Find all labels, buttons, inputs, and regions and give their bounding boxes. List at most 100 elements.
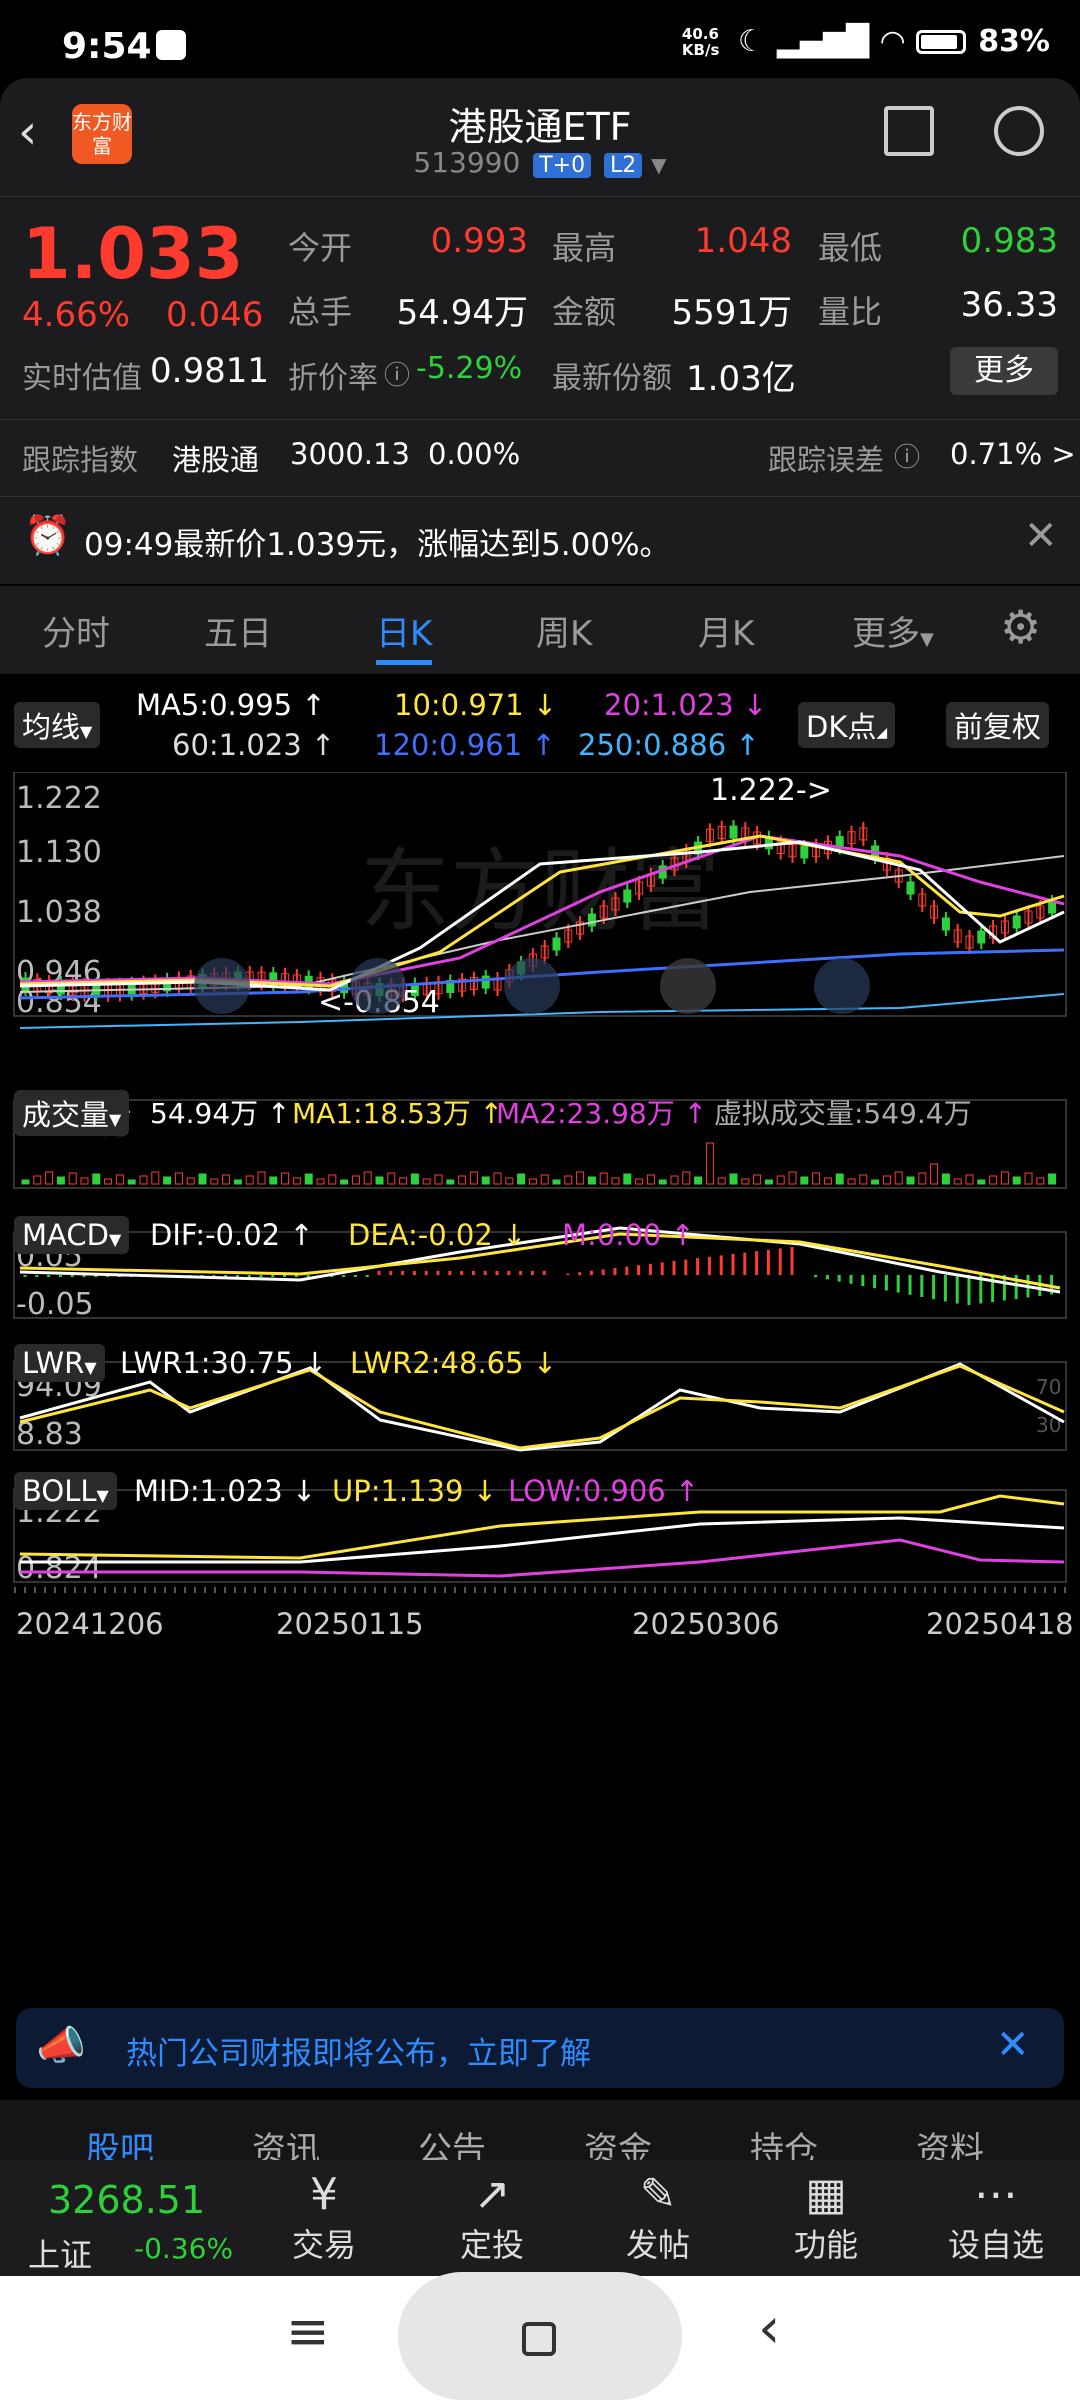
nav-watchlist[interactable]: ⋯ 设自选 (936, 2170, 1056, 2266)
tab-daily-k[interactable]: 日K (376, 606, 432, 655)
volume-bar (670, 1175, 679, 1185)
boll-up: UP:1.139 ↓ (332, 1474, 498, 1508)
menu-icon[interactable]: ≡ (286, 2302, 330, 2362)
boll-selector[interactable]: BOLL▼ (14, 1472, 117, 1510)
volume-bar (80, 1177, 89, 1185)
volume-bar (635, 1178, 644, 1185)
volume-bar (210, 1178, 219, 1185)
low-label: 最低 (818, 229, 883, 267)
nav-functions[interactable]: ▦ 功能 (766, 2170, 886, 2266)
nav-trade[interactable]: ¥ 交易 (264, 2170, 384, 2266)
tab-weekly-k[interactable]: 周K (536, 606, 592, 655)
tab-more-label: 更多 (852, 614, 920, 654)
volume-selector[interactable]: 成交量▼ (14, 1090, 130, 1136)
open-label: 今开 (288, 229, 353, 267)
volume-bar (788, 1171, 797, 1185)
amount-value: 5591万 (671, 293, 792, 333)
ma10-value: 10:0.971 ↓ (394, 688, 558, 722)
search-icon[interactable] (994, 106, 1044, 156)
volume-bar (387, 1172, 396, 1185)
iopv-label: 实时估值 (22, 361, 142, 396)
battery-level: 83% (978, 24, 1050, 59)
more-button[interactable]: 更多 (950, 347, 1058, 395)
dk-point-label: DK点 (806, 710, 877, 744)
volume-bar (375, 1176, 384, 1185)
volume-bar (1024, 1172, 1033, 1185)
tab-intraday[interactable]: 分时 (42, 606, 110, 655)
tab-monthly-k[interactable]: 月K (698, 606, 754, 655)
next-icon (660, 958, 716, 1014)
volume-bar (399, 1177, 408, 1185)
volume-bar (363, 1171, 372, 1185)
volume-bar (564, 1175, 573, 1185)
volume-bar (894, 1171, 903, 1185)
volume-bar (812, 1172, 821, 1185)
price-alert-bar[interactable]: ⏰ 09:49最新价1.039元，涨幅达到5.00%。 ✕ (0, 496, 1080, 582)
index-ticker[interactable]: 3268.51 上证 -0.36% (0, 2160, 260, 2276)
volume-bar (316, 1178, 325, 1185)
back-nav-icon[interactable]: ‹ (758, 2296, 780, 2361)
lwr1-value: LWR1:30.75 ↓ (120, 1346, 328, 1380)
security-code: 513990 (413, 146, 521, 179)
volume-bar (1036, 1177, 1045, 1185)
volume-bar (859, 1174, 868, 1185)
volume-bar (446, 1179, 455, 1185)
volume-bar (646, 1174, 655, 1185)
zoom-out-icon (350, 958, 406, 1014)
yuan-icon: ¥ (310, 2169, 338, 2220)
track-label: 跟踪指数 (22, 443, 139, 477)
tab-more[interactable]: 更多▼ (852, 606, 934, 655)
macd-dif: DIF:-0.02 ↑ (150, 1218, 314, 1252)
volume-bar (1000, 1171, 1009, 1185)
ma5-value: MA5:0.995 ↑ (136, 688, 326, 722)
volume-bar (705, 1142, 714, 1185)
volume-bar (741, 1178, 750, 1185)
close-ad-icon[interactable]: ✕ (996, 2022, 1030, 2068)
dk-point-button[interactable]: DK点◢ (798, 702, 896, 748)
fullscreen-icon (814, 958, 870, 1014)
shares-label: 最新份额 (552, 361, 672, 396)
l2-badge: L2 (604, 153, 643, 178)
error-value[interactable]: 0.71% > (950, 437, 1076, 471)
volume-bar (753, 1174, 762, 1185)
date-label-3: 20250306 (632, 1607, 780, 1641)
share-icon[interactable] (884, 106, 934, 156)
volume-bar (340, 1179, 349, 1185)
volume-bar (776, 1175, 785, 1185)
kline-svg[interactable]: 1.222 1.130 1.038 0.946 0.854 东方财富 1.222… (0, 772, 1080, 2002)
adjust-button[interactable]: 前复权 (946, 702, 1050, 748)
lwr-selector[interactable]: LWR▼ (14, 1344, 105, 1382)
close-icon[interactable]: ✕ (1024, 513, 1058, 559)
help-icon[interactable]: ⓘ (894, 437, 920, 474)
nav-functions-label: 功能 (793, 2226, 858, 2264)
date-label-4: 20250418 (926, 1607, 1074, 1641)
volume-bar (151, 1171, 160, 1185)
gear-icon[interactable]: ⚙ (1000, 600, 1041, 654)
chart-up-icon: ↗ (473, 2169, 511, 2220)
info-icon[interactable]: ⓘ (384, 355, 410, 392)
lwr-level-30: 30 (1036, 1413, 1061, 1437)
tab-five-day[interactable]: 五日 (204, 606, 272, 655)
volume-bar (115, 1174, 124, 1185)
ma-selector[interactable]: 均线▼ (14, 702, 101, 748)
nav-invest[interactable]: ↗ 定投 (432, 2170, 552, 2266)
volume-bar (481, 1176, 490, 1185)
volume-bar (410, 1173, 419, 1185)
nav-post[interactable]: ✎ 发帖 (598, 2170, 718, 2266)
boll-low: LOW:0.906 ↑ (508, 1474, 700, 1508)
nav-watchlist-label: 设自选 (947, 2226, 1044, 2264)
volume-bar (68, 1172, 77, 1185)
chart-period-tabs: 分时 五日 日K 周K 月K 更多▼ ⚙ (0, 586, 1080, 674)
volume-bar (658, 1179, 667, 1185)
track-name[interactable]: 港股通 (172, 437, 259, 479)
y-label-1: 1.222 (16, 781, 102, 816)
volume-bar (800, 1176, 809, 1185)
high-note: 1.222-> (710, 773, 832, 808)
volume-bar (257, 1171, 266, 1185)
earnings-ad-bar[interactable]: 📣 热门公司财报即将公布，立即了解 ✕ (16, 2008, 1064, 2088)
volume-bar (163, 1176, 172, 1185)
macd-selector[interactable]: MACD▼ (14, 1216, 130, 1254)
volume-bar (965, 1174, 974, 1185)
bottom-nav: 3268.51 上证 -0.36% ¥ 交易 ↗ 定投 ✎ 发帖 ▦ 功能 ⋯ 设自选 (0, 2160, 1080, 2276)
volume-bar (469, 1171, 478, 1185)
